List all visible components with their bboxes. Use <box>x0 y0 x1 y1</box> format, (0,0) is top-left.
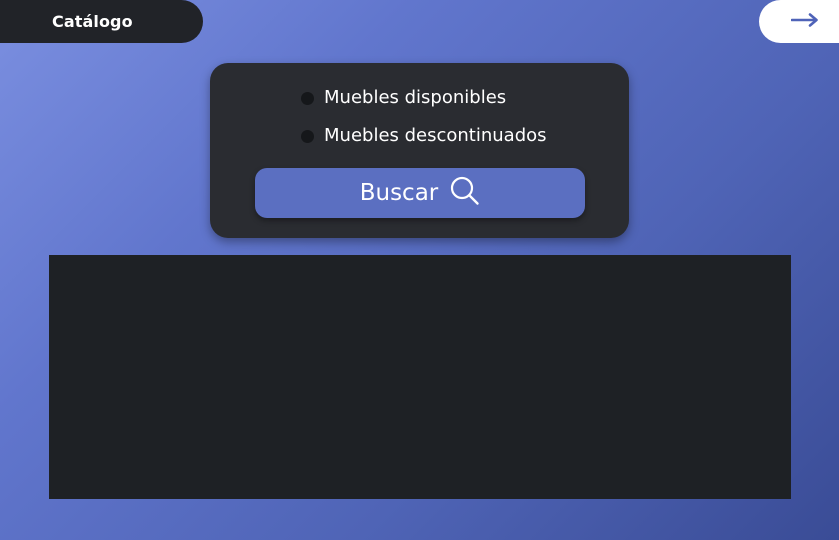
filter-panel: Muebles disponibles Muebles descontinuad… <box>210 63 629 238</box>
radio-button[interactable] <box>301 129 314 143</box>
search-button-label: Buscar <box>359 180 439 206</box>
search-icon <box>450 176 480 210</box>
radio-muebles-disponibles[interactable]: Muebles disponibles <box>301 85 506 111</box>
radio-label: Muebles descontinuados <box>324 125 547 146</box>
radio-label: Muebles disponibles <box>324 87 507 108</box>
results-area <box>49 255 791 499</box>
next-button[interactable] <box>759 0 839 43</box>
page-title: Catálogo <box>52 12 133 31</box>
arrow-right-icon <box>790 12 819 31</box>
search-button[interactable]: Buscar <box>255 168 585 218</box>
page-title-bar: Catálogo <box>0 0 203 43</box>
radio-muebles-descontinuados[interactable]: Muebles descontinuados <box>301 123 547 149</box>
radio-button[interactable] <box>301 91 314 105</box>
